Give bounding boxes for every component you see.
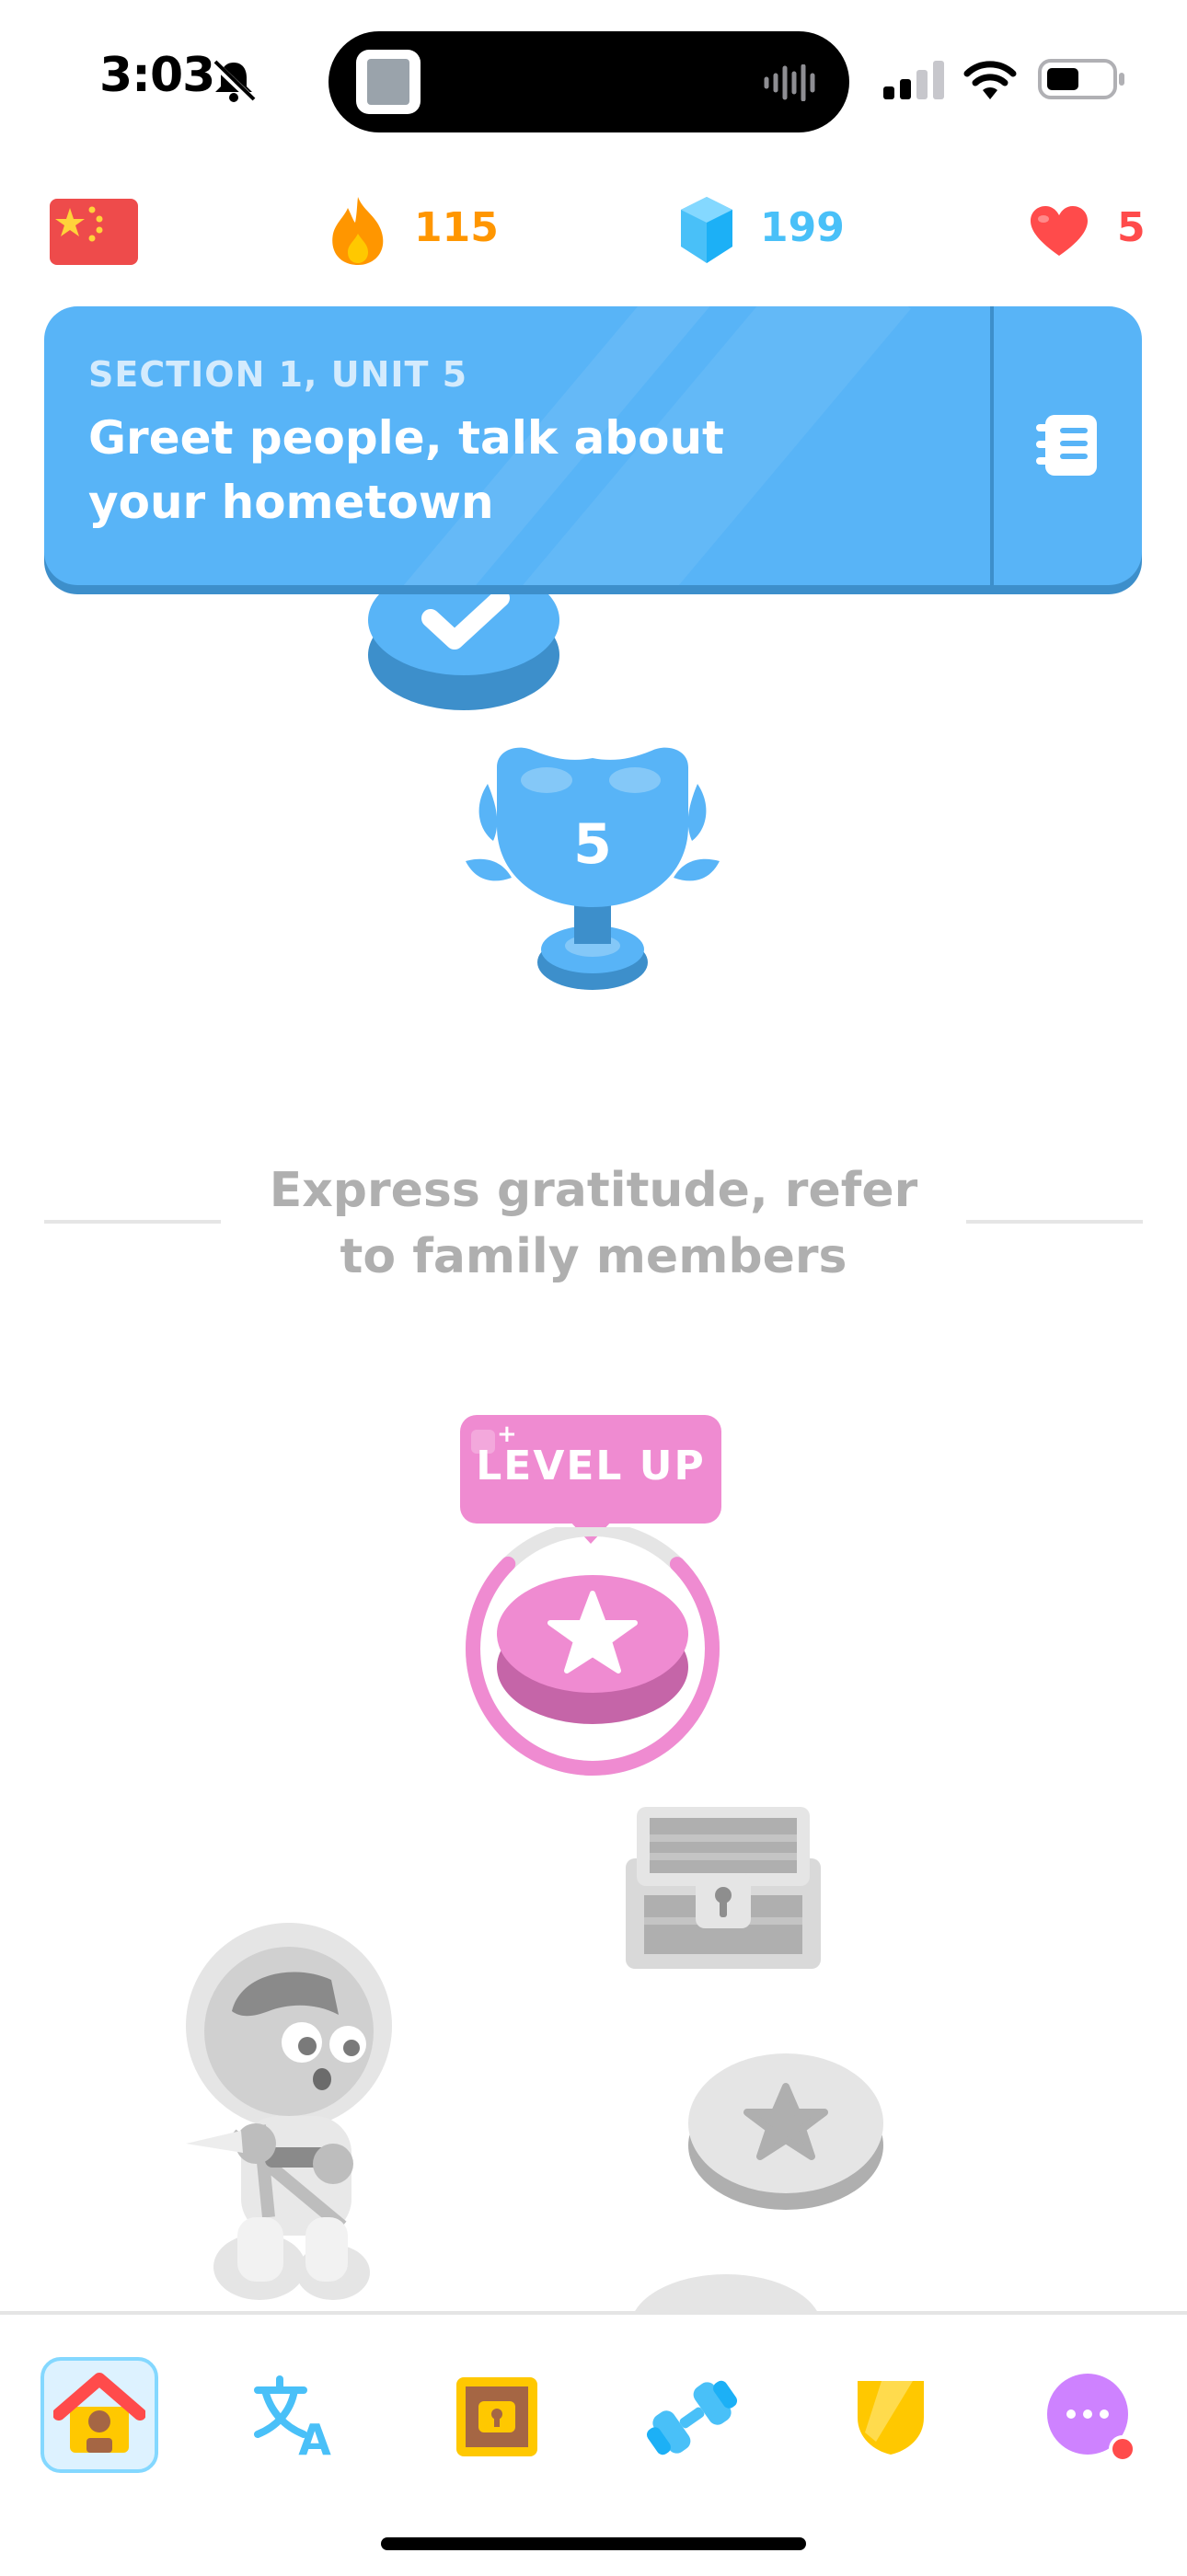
level-up-lesson-node[interactable] <box>455 1527 731 1776</box>
audio-waveform-icon <box>764 64 815 101</box>
locked-chest-icon[interactable] <box>622 1803 824 1974</box>
mascot-illustration <box>186 1923 392 2300</box>
characters-icon[interactable]: A <box>254 2375 342 2458</box>
home-indicator[interactable] <box>381 2537 806 2550</box>
china-flag-icon[interactable] <box>50 199 138 265</box>
unit-section-label: SECTION 1, UNIT 5 <box>88 354 468 395</box>
guidebook-icon[interactable] <box>1034 413 1101 477</box>
wifi-icon <box>963 61 1017 99</box>
streak-count[interactable]: 115 <box>414 204 499 251</box>
heart-icon[interactable] <box>1029 204 1089 258</box>
next-unit-title: Express gratitude, refer to family membe… <box>269 1163 918 1284</box>
shop-chest-icon[interactable] <box>453 2374 541 2460</box>
notification-dot-icon <box>1109 2435 1136 2463</box>
gem-count[interactable]: 199 <box>760 204 845 251</box>
unit-title: Greet people, talk about your hometown <box>88 411 724 529</box>
level-up-tooltip: + LEVEL UP <box>460 1415 721 1524</box>
leagues-shield-icon[interactable] <box>854 2377 928 2456</box>
hearts-count[interactable]: 5 <box>1117 204 1146 251</box>
locked-lesson-node[interactable] <box>686 2035 885 2215</box>
bell-slash-icon <box>211 60 257 103</box>
signal-icon <box>883 61 944 99</box>
practice-dumbbell-icon[interactable] <box>639 2372 745 2464</box>
now-playing-thumbnail <box>356 50 421 114</box>
level-up-label: LEVEL UP <box>476 1443 706 1489</box>
home-icon[interactable] <box>53 2370 145 2458</box>
streak-flame-icon[interactable] <box>328 195 388 267</box>
divider-right <box>966 1220 1143 1224</box>
trophy-level-number: 5 <box>573 812 612 877</box>
divider-left <box>44 1220 221 1224</box>
status-time: 3:03 <box>99 48 215 103</box>
banner-divider <box>990 306 994 585</box>
unit-banner[interactable]: SECTION 1, UNIT 5 Greet people, talk abo… <box>44 306 1142 585</box>
unit-trophy-icon[interactable]: 5 <box>445 742 740 995</box>
gem-icon[interactable] <box>677 195 736 265</box>
battery-icon <box>1038 59 1124 99</box>
next-locked-node <box>633 2274 819 2315</box>
more-icon[interactable] <box>1045 2372 1137 2464</box>
svg-text:A: A <box>298 2415 331 2458</box>
dynamic-island <box>328 31 849 132</box>
bottom-nav-bar <box>0 2311 1187 2576</box>
